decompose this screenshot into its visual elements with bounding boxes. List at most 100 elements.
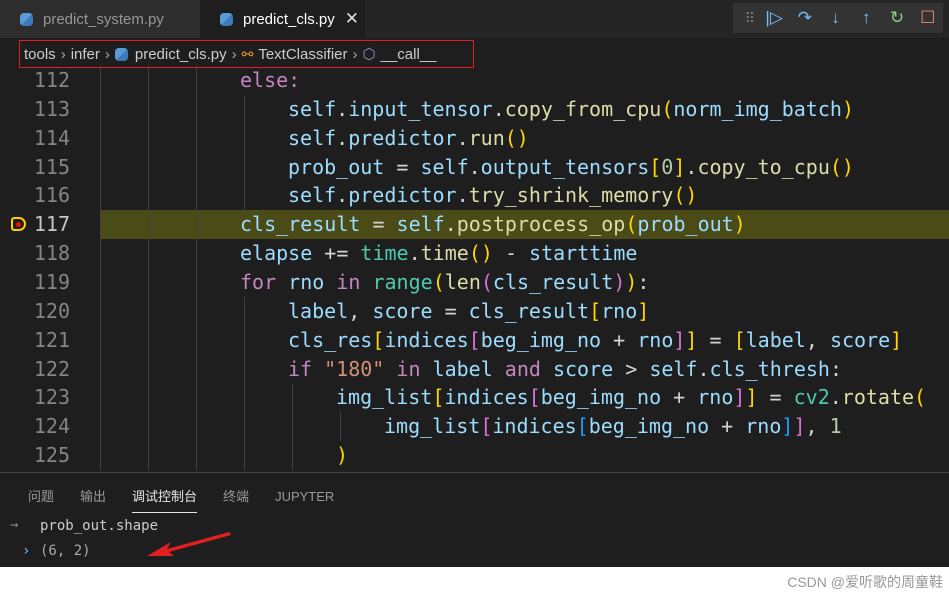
panel-tab[interactable]: 输出: [80, 487, 106, 513]
panel-tab[interactable]: JUPYTER: [275, 487, 334, 513]
indent-guide: [196, 152, 197, 182]
code-line[interactable]: 122 if "180" in label and score > self.cl…: [0, 354, 949, 384]
breadcrumb-tools[interactable]: tools: [24, 46, 56, 63]
code-line[interactable]: 123 img_list[indices[beg_img_no + rno]] =…: [0, 383, 949, 413]
python-file-icon: [220, 12, 233, 26]
code-token: ]: [793, 414, 806, 439]
panel-tab[interactable]: 问题: [28, 487, 54, 513]
code-line[interactable]: 124 img_list[indices[beg_img_no + rno]], …: [0, 412, 949, 442]
indent-guide: [196, 296, 197, 326]
expand-chevron-icon[interactable]: ›: [22, 543, 30, 559]
code-token: indices: [492, 414, 577, 439]
code-editor[interactable]: 112 else: 113 self.input_tensor.copy_from_c…: [0, 66, 949, 471]
code-token: ]: [637, 298, 650, 323]
code-text: cls_res[indices[beg_img_no + rno]] = [la…: [288, 326, 902, 355]
indent-guide: [244, 181, 245, 211]
breadcrumb: tools › infer › predict_cls.py › ⚯ TextClass…: [19, 40, 474, 68]
code-line[interactable]: 120 label, score = cls_result[rno]: [0, 296, 949, 326]
breadcrumb-method[interactable]: __call__: [381, 46, 437, 63]
indent-guide: [196, 66, 197, 95]
code-text: img_list[indices[beg_img_no + rno]], 1: [384, 412, 842, 441]
code-token: =: [360, 212, 397, 237]
tab-predict-cls[interactable]: predict_cls.py ✕: [200, 0, 365, 38]
code-token: and: [492, 356, 553, 381]
code-line[interactable]: 119 for rno in range(len(cls_result)):: [0, 267, 949, 297]
indent-guide: [244, 152, 245, 182]
indent-guide: [292, 383, 293, 413]
code-token: .: [468, 154, 481, 179]
chevron-right-icon: ›: [104, 45, 110, 63]
code-token: self: [288, 96, 337, 121]
code-token: -: [492, 241, 530, 266]
indent-guide: [148, 267, 149, 297]
code-token: (): [504, 125, 529, 150]
breadcrumb-file[interactable]: predict_cls.py: [135, 46, 227, 63]
indent-guide: [244, 412, 245, 442]
indent-guide: [196, 123, 197, 153]
code-token: beg_img_no: [588, 414, 710, 439]
restart-icon[interactable]: ↻: [882, 8, 913, 28]
indent-guide: [148, 441, 149, 471]
code-text: for rno in range(len(cls_result)):: [240, 268, 649, 297]
indent-guide: [340, 412, 341, 442]
line-number: 121: [33, 327, 70, 352]
code-line[interactable]: 113 self.input_tensor.copy_from_cpu(norm_…: [0, 94, 949, 124]
continue-icon[interactable]: |▷: [759, 8, 790, 28]
code-line[interactable]: 125): [0, 441, 949, 471]
code-token: 1: [829, 414, 842, 439]
indent-guide: [244, 441, 245, 471]
code-token: rno: [697, 385, 734, 410]
code-token: score: [552, 356, 614, 381]
code-token: img_list: [384, 414, 481, 439]
code-line[interactable]: 117 cls_result = self.postprocess_op(prob…: [0, 210, 949, 240]
code-line[interactable]: 116 self.predictor.try_shrink_memory(): [0, 181, 949, 211]
indent-guide: [100, 412, 101, 442]
code-token: rno: [601, 298, 638, 323]
code-token: self: [396, 212, 445, 237]
code-text: self.predictor.try_shrink_memory(): [288, 181, 697, 210]
grip-icon[interactable]: ⠿: [741, 10, 759, 27]
line-number: 120: [33, 298, 70, 323]
indent-guide: [196, 441, 197, 471]
tab-predict-system[interactable]: predict_system.py: [0, 0, 200, 38]
code-line[interactable]: 115 prob_out = self.output_tensors[0].cop…: [0, 152, 949, 182]
indent-guide: [244, 354, 245, 384]
code-token: (: [480, 269, 493, 294]
code-token: ]: [733, 385, 746, 410]
close-icon[interactable]: ✕: [345, 9, 359, 29]
code-token: indices: [444, 385, 529, 410]
step-out-icon[interactable]: ↑: [851, 8, 882, 28]
step-into-icon[interactable]: ↓: [820, 8, 851, 28]
code-token: self: [420, 154, 469, 179]
code-line[interactable]: 118 elapse += time.time() - starttime: [0, 239, 949, 269]
step-over-icon[interactable]: ↷: [790, 8, 821, 28]
code-line[interactable]: 114 self.predictor.run(): [0, 123, 949, 153]
indent-guide: [100, 66, 101, 95]
panel-tab[interactable]: 调试控制台: [132, 487, 198, 513]
vscode-window: predict_system.py predict_cls.py ✕ ⠿ |▷ ↷…: [0, 0, 949, 567]
line-number: 112: [33, 68, 70, 92]
code-token: (: [914, 385, 927, 410]
code-line[interactable]: 112 else:: [0, 66, 949, 95]
code-token: [: [649, 154, 662, 179]
indent-guide: [100, 267, 101, 297]
code-token: ,: [805, 414, 830, 439]
breadcrumb-class[interactable]: TextClassifier: [258, 46, 347, 63]
breadcrumb-infer[interactable]: infer: [71, 46, 100, 63]
indent-guide: [196, 325, 197, 355]
stop-icon[interactable]: ☐: [912, 8, 943, 28]
method-cube-icon: ⬡: [362, 46, 376, 63]
code-token: score: [829, 327, 891, 352]
code-line[interactable]: 121 cls_res[indices[beg_img_no + rno]] = …: [0, 325, 949, 355]
line-number: 116: [33, 183, 70, 208]
debug-toolbar: ⠿ |▷ ↷ ↓ ↑ ↻ ☐: [733, 3, 943, 33]
panel-tab[interactable]: 终端: [223, 487, 249, 513]
code-token: try_shrink_memory: [468, 183, 674, 208]
code-token: .: [336, 96, 349, 121]
line-number: 125: [33, 443, 70, 468]
code-token: [: [468, 327, 481, 352]
code-token: score: [372, 298, 433, 323]
code-token: (: [661, 96, 674, 121]
indent-guide: [148, 94, 149, 124]
code-token: +=: [312, 241, 361, 266]
